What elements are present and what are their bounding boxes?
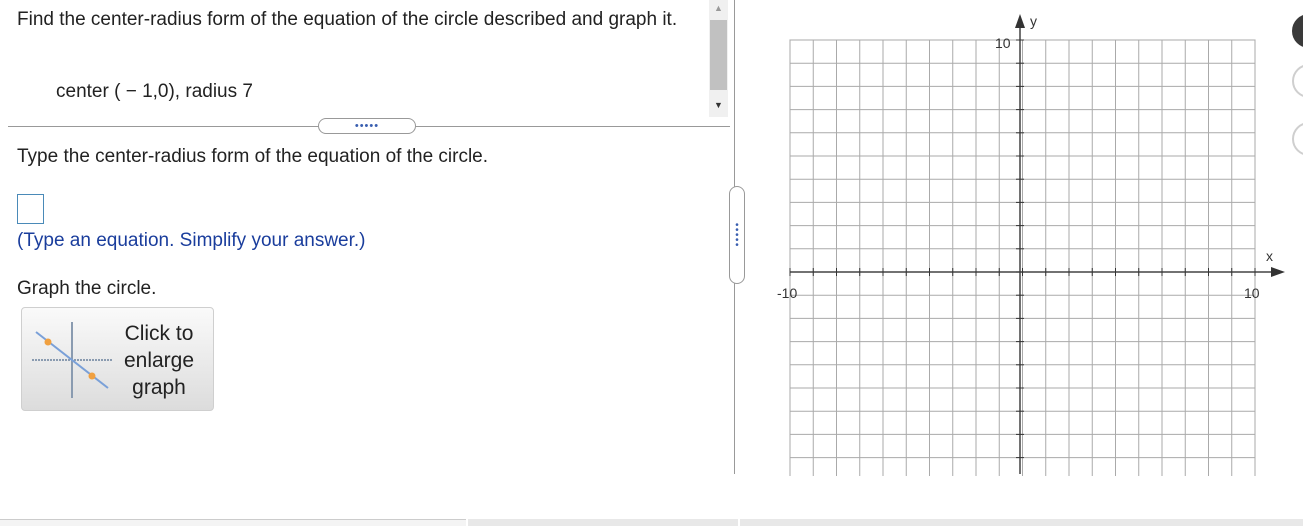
divider-resize-handle[interactable]: ••••• — [318, 118, 416, 134]
y-axis-label: y — [1030, 13, 1037, 29]
equation-instruction: Type the center-radius form of the equat… — [17, 146, 489, 167]
graph-instruction: Graph the circle. — [17, 278, 157, 299]
scroll-thumb[interactable] — [710, 20, 727, 90]
scroll-down-arrow-icon[interactable]: ▼ — [709, 97, 728, 112]
panel-resize-handle[interactable]: • • • • • — [729, 186, 745, 284]
enlarge-graph-label: Click to enlarge graph — [123, 322, 195, 399]
x-max-tick-label: 10 — [1244, 285, 1260, 301]
bottom-bar-right — [740, 519, 1303, 526]
x-axis-label: x — [1266, 248, 1273, 264]
enlarge-graph-button[interactable]: Click to enlarge graph — [21, 307, 214, 411]
graph-thumbnail-icon — [32, 322, 112, 398]
scroll-up-arrow-icon[interactable]: ▲ — [709, 0, 728, 15]
question-text: Find the center-radius form of the equat… — [17, 9, 678, 30]
equation-answer-input[interactable] — [17, 194, 44, 224]
grid-lines — [789, 39, 1256, 476]
answer-hint: (Type an equation. Simplify your answer.… — [17, 230, 366, 251]
x-min-tick-label: -10 — [777, 285, 797, 301]
y-max-tick-label: 10 — [995, 35, 1011, 51]
tool-button-3[interactable] — [1292, 122, 1303, 156]
x-axis-arrow-icon — [1271, 267, 1285, 277]
bottom-bar-mid — [468, 519, 738, 526]
tool-button-2[interactable] — [1292, 64, 1303, 98]
y-axis-arrow-icon — [1015, 14, 1025, 28]
tool-button-1[interactable] — [1292, 14, 1303, 48]
given-info: center ( − 1,0), radius 7 — [56, 81, 253, 102]
bottom-bar-left — [0, 519, 466, 526]
coordinate-graph[interactable]: x y -10 10 10 — [760, 8, 1290, 476]
